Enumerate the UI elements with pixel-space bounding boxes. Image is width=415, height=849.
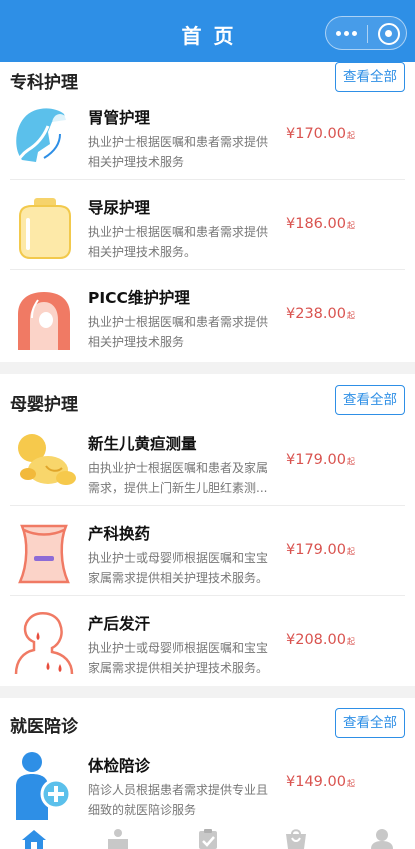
more-icon[interactable] (336, 31, 358, 37)
bag-icon[interactable] (282, 828, 310, 849)
service-name: 胃管护理 (88, 109, 151, 127)
sweating-icon (14, 611, 74, 675)
service-name: 体检陪诊 (88, 757, 151, 775)
service-item[interactable]: 新生儿黄疸测量 由执业护士根据医嘱和患者及家属需求，提供上门新生儿胆红素测...… (0, 416, 415, 506)
mini-program-capsule (325, 16, 407, 50)
bottom-tab-bar (0, 824, 415, 849)
service-item[interactable]: 导尿护理 执业护士根据医嘱和患者需求提供相关护理技术服务。 ¥186.00起 (0, 180, 415, 270)
service-name: 产科换药 (88, 525, 151, 543)
catheter-bag-icon (19, 198, 71, 259)
section-title: 就医陪诊 (10, 717, 78, 737)
newborn-icon (18, 434, 76, 485)
service-description: 执业护士或母婴师根据医嘱和宝宝家属需求提供相关护理技术服务。 (88, 551, 269, 585)
stomach-tube-icon (14, 108, 68, 167)
service-item[interactable]: 体检陪诊 陪诊人员根据患者需求提供专业且细致的就医陪诊服务 ¥149.00起 (0, 738, 415, 828)
title-bar: 首页 (0, 0, 415, 62)
picc-arm-icon (18, 292, 70, 350)
section-medical-escort: 就医陪诊 查看全部 体检陪诊 陪诊人员根据患者需求提供专业且细致的就医陪诊服务 … (0, 698, 415, 824)
service-price: ¥238.00起 (286, 306, 355, 322)
view-all-button[interactable]: 查看全部 (335, 708, 405, 738)
service-description: 由执业护士根据医嘱和患者及家属需求，提供上门新生儿胆红素测... (88, 461, 269, 495)
service-name: 导尿护理 (88, 199, 151, 217)
service-item[interactable]: 产科换药 执业护士或母婴师根据医嘱和宝宝家属需求提供相关护理技术服务。 ¥179… (0, 506, 415, 596)
service-price: ¥149.00起 (286, 774, 355, 790)
service-name: PICC维护护理 (88, 289, 190, 307)
service-price: ¥179.00起 (286, 452, 355, 468)
service-description: 执业护士根据医嘱和患者需求提供相关护理技术服务 (88, 135, 269, 169)
service-price: ¥179.00起 (286, 542, 355, 558)
service-description: 执业护士或母婴师根据医嘱和宝宝家属需求提供相关护理技术服务。 (88, 641, 269, 675)
view-all-button[interactable]: 查看全部 (335, 385, 405, 415)
service-description: 陪诊人员根据患者需求提供专业且细致的就医陪诊服务 (88, 783, 269, 817)
service-price: ¥170.00起 (286, 126, 355, 142)
home-icon[interactable] (20, 828, 48, 849)
service-item[interactable]: 胃管护理 执业护士根据医嘱和患者需求提供相关护理技术服务 ¥170.00起 (0, 90, 415, 180)
service-price: ¥208.00起 (286, 632, 355, 648)
service-item[interactable]: 产后发汗 执业护士或母婴师根据医嘱和宝宝家属需求提供相关护理技术服务。 ¥208… (0, 596, 415, 686)
service-name: 产后发汗 (88, 615, 151, 633)
service-item[interactable]: PICC维护护理 执业护士根据医嘱和患者需求提供相关护理技术服务 ¥238.00… (0, 270, 415, 360)
section-specialist-care: 专科护理 查看全部 胃管护理 执业护士根据医嘱和患者需求提供相关护理技术服务 ¥… (0, 62, 415, 362)
section-title: 母婴护理 (10, 395, 78, 415)
service-name: 新生儿黄疸测量 (88, 435, 197, 453)
service-desk-icon[interactable] (104, 828, 132, 849)
service-description: 执业护士根据医嘱和患者需求提供相关护理技术服务 (88, 315, 269, 349)
service-description: 执业护士根据医嘱和患者需求提供相关护理技术服务。 (88, 225, 269, 259)
close-target-icon[interactable] (378, 23, 400, 45)
abdomen-dressing-icon (18, 524, 70, 584)
service-price: ¥186.00起 (286, 216, 355, 232)
escort-person-icon (16, 752, 72, 820)
view-all-button[interactable]: 查看全部 (335, 62, 405, 92)
profile-icon[interactable] (368, 828, 396, 849)
section-maternal-infant-care: 母婴护理 查看全部 新生儿黄疸测量 由执业护士根据医嘱和患者及家属需求，提供上门… (0, 374, 415, 686)
order-clipboard-icon[interactable] (194, 828, 222, 849)
